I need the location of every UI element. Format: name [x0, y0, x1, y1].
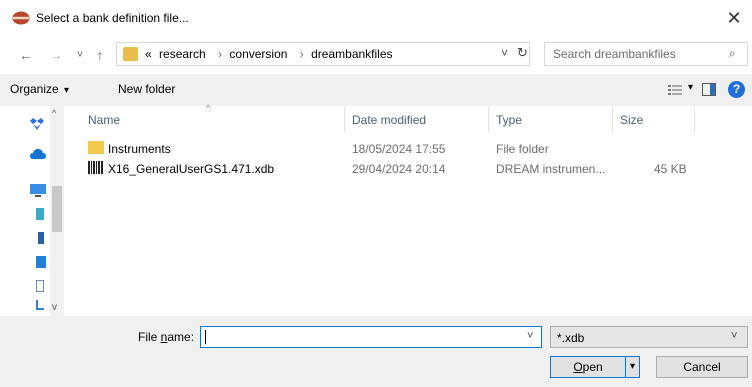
- network-icon[interactable]: [36, 300, 44, 310]
- downloads-icon[interactable]: [36, 256, 46, 268]
- view-dropdown-icon[interactable]: ▾: [688, 82, 693, 93]
- open-label-accelerator: O: [573, 360, 583, 374]
- file-date: 18/05/2024 17:55: [352, 142, 446, 156]
- file-name-input[interactable]: ˅: [200, 326, 542, 348]
- table-row[interactable]: Instruments 18/05/2024 17:55 File folder: [64, 138, 752, 158]
- breadcrumb-separator-icon[interactable]: ›: [300, 47, 304, 61]
- file-name-label: File name:: [138, 330, 194, 344]
- column-header-size[interactable]: Size: [620, 113, 643, 127]
- file-type-filter-value: *.xdb: [557, 331, 585, 345]
- search-box[interactable]: Search dreambankfiles ⌕: [544, 42, 748, 66]
- open-split-dropdown-icon[interactable]: ▾: [626, 356, 640, 378]
- breadcrumb-item-dreambankfiles[interactable]: dreambankfiles: [311, 47, 392, 61]
- this-pc-icon[interactable]: [30, 184, 46, 200]
- organize-label: Organize: [10, 82, 59, 96]
- file-name-label-text: ame:: [167, 330, 195, 344]
- file-type-dropdown-icon[interactable]: ˅: [731, 330, 737, 342]
- column-header-date[interactable]: Date modified: [352, 113, 426, 127]
- app-icon: [12, 11, 30, 28]
- window-title: Select a bank definition file...: [36, 11, 189, 25]
- help-icon[interactable]: ?: [728, 81, 745, 98]
- column-divider[interactable]: [488, 106, 489, 132]
- sort-ascending-icon: ^: [206, 103, 211, 113]
- address-bar[interactable]: « research › conversion › dreambankfiles…: [116, 42, 530, 66]
- column-header-type[interactable]: Type: [496, 113, 522, 127]
- breadcrumb-item-conversion[interactable]: conversion: [229, 47, 287, 61]
- onedrive-cloud-icon[interactable]: [30, 148, 46, 162]
- file-name-dropdown-icon[interactable]: ˅: [527, 330, 533, 342]
- command-bar: [0, 74, 752, 106]
- breadcrumb-separator-icon[interactable]: ›: [218, 47, 222, 61]
- column-divider[interactable]: [344, 106, 345, 132]
- address-dropdown-icon[interactable]: ˅: [501, 46, 508, 60]
- breadcrumb-item-research[interactable]: research: [159, 47, 206, 61]
- back-arrow-icon[interactable]: ←: [16, 44, 36, 66]
- organize-dropdown-icon: ▾: [64, 85, 70, 96]
- view-options-icon[interactable]: [668, 84, 682, 99]
- recent-locations-chevron-icon[interactable]: ˅: [70, 44, 90, 66]
- scroll-up-icon[interactable]: ^: [52, 108, 56, 118]
- drive-icon[interactable]: [36, 208, 44, 220]
- refresh-icon[interactable]: ↻: [517, 45, 528, 61]
- breadcrumb: « research › conversion › dreambankfiles: [145, 47, 397, 61]
- search-input[interactable]: Search dreambankfiles: [553, 47, 676, 61]
- text-caret: [205, 330, 206, 344]
- xdb-file-icon: [88, 161, 104, 177]
- close-icon[interactable]: ✕: [722, 6, 746, 30]
- file-date: 29/04/2024 20:14: [352, 162, 446, 176]
- file-type: DREAM instrumen...: [496, 162, 606, 176]
- folder-icon: [88, 141, 104, 154]
- file-name: Instruments: [108, 142, 171, 156]
- file-name: X16_GeneralUserGS1.471.xdb: [108, 162, 275, 176]
- file-size: 45 KB: [654, 162, 687, 176]
- forward-arrow-icon[interactable]: →: [46, 44, 66, 66]
- column-divider[interactable]: [612, 106, 613, 132]
- dropbox-icon[interactable]: [30, 118, 44, 133]
- file-type-filter[interactable]: *.xdb ˅: [550, 326, 748, 348]
- table-row[interactable]: X16_GeneralUserGS1.471.xdb 29/04/2024 20…: [64, 158, 752, 178]
- up-arrow-icon[interactable]: ↑: [90, 44, 110, 66]
- file-icon[interactable]: [36, 280, 44, 292]
- breadcrumb-overflow[interactable]: «: [145, 47, 152, 61]
- new-folder-button[interactable]: New folder: [118, 82, 175, 96]
- open-button[interactable]: Open: [550, 356, 626, 378]
- scrollbar-thumb[interactable]: [52, 186, 62, 232]
- column-divider[interactable]: [694, 106, 695, 132]
- column-header-name[interactable]: Name: [88, 113, 120, 127]
- file-type: File folder: [496, 142, 549, 156]
- preview-pane-icon[interactable]: [702, 83, 716, 99]
- documents-icon[interactable]: [38, 232, 44, 244]
- scroll-down-icon[interactable]: v: [52, 302, 57, 313]
- open-label: pen: [582, 360, 603, 374]
- organize-button[interactable]: Organize ▾: [10, 82, 69, 96]
- folder-icon: [123, 47, 138, 61]
- cancel-button[interactable]: Cancel: [656, 356, 748, 378]
- file-name-label-text: File: [138, 330, 161, 344]
- search-icon[interactable]: ⌕: [729, 46, 736, 61]
